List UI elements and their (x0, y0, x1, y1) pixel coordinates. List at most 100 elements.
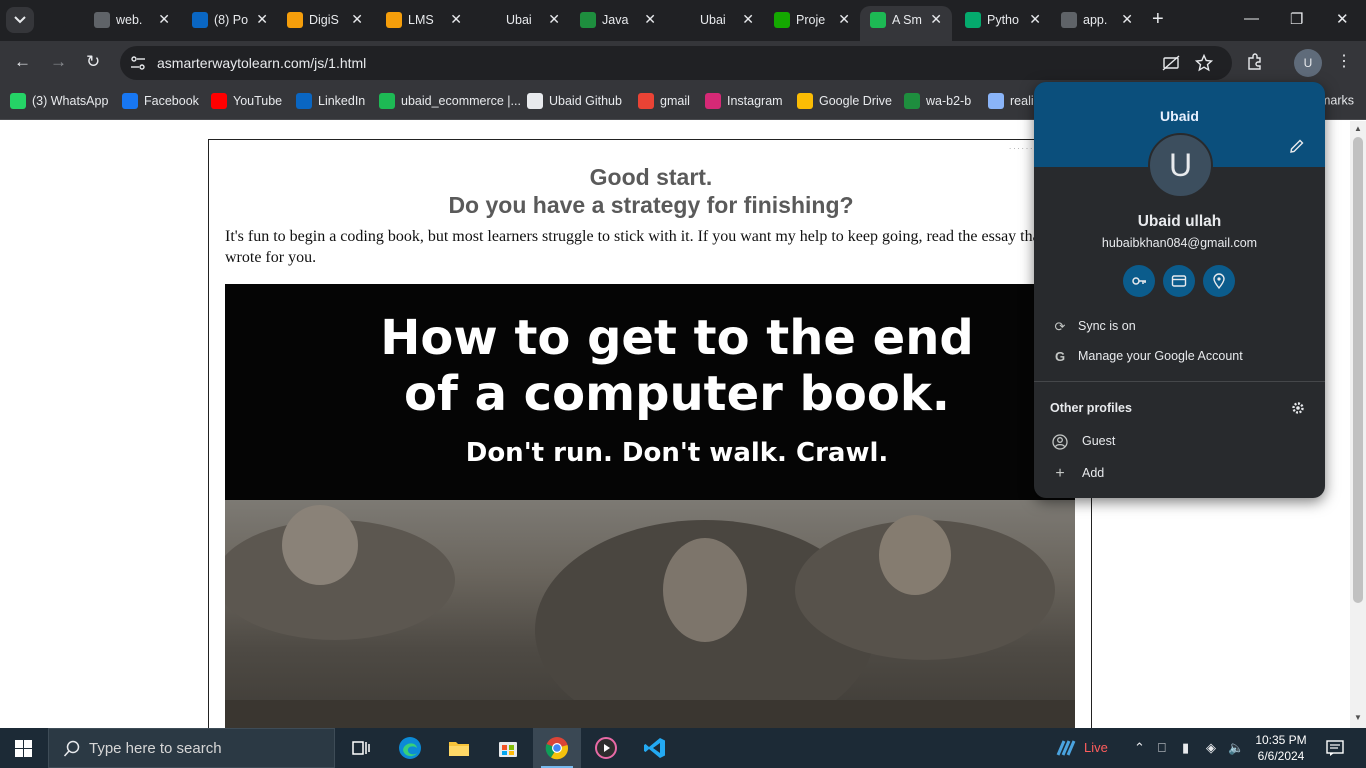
new-tab-button[interactable]: + (1152, 9, 1164, 29)
reload-button[interactable]: ↻ (86, 52, 100, 72)
battery-icon[interactable]: ▮ (1182, 740, 1189, 756)
browser-tab[interactable]: (8) Po ✕ (182, 6, 278, 35)
extensions-icon[interactable] (1246, 53, 1264, 71)
forward-button[interactable]: → (50, 52, 67, 72)
notifications-icon[interactable] (1326, 739, 1344, 757)
windows-start-icon[interactable] (15, 740, 32, 757)
bookmark-item[interactable]: (3) WhatsApp (10, 93, 108, 111)
bookmark-item[interactable]: YouTube (211, 93, 282, 111)
address-bar[interactable]: asmarterwaytolearn.com/js/1.html (120, 46, 1232, 80)
profile-email: hubaibkhan084@gmail.com (1101, 236, 1258, 250)
tab-title: web. (116, 13, 143, 27)
taskbar-edge[interactable] (386, 728, 434, 768)
page-subheading: Do you have a strategy for finishing? (448, 192, 854, 218)
bookmark-item[interactable]: gmail (638, 93, 690, 111)
bookmark-item[interactable]: Facebook (122, 93, 199, 111)
banner-tagline[interactable]: Don't run. Don't walk. Crawl. (225, 436, 1129, 470)
manage-profiles-gear-icon[interactable] (1291, 401, 1305, 415)
browser-tab[interactable]: app. ✕ (1051, 6, 1143, 35)
tab-close-icon[interactable]: ✕ (256, 11, 268, 28)
passwords-button[interactable] (1123, 265, 1155, 297)
addresses-button[interactable] (1203, 265, 1235, 297)
tab-title: Ubai (506, 13, 532, 27)
scrollbar-thumb[interactable] (1353, 137, 1363, 603)
browser-tab[interactable]: DigiS ✕ (277, 6, 373, 35)
tab-close-icon[interactable]: ✕ (1121, 11, 1133, 28)
tab-title: LMS (408, 13, 434, 27)
tab-close-icon[interactable]: ✕ (548, 11, 560, 28)
bookmark-item[interactable]: wa-b2-b (904, 93, 971, 111)
google-classroom-icon (580, 12, 596, 28)
sync-status-item[interactable]: ⟳ Sync is on (1034, 313, 1325, 341)
device-icon[interactable]: ⎕ (1158, 740, 1166, 756)
add-profile-item[interactable]: + Add (1034, 460, 1325, 488)
crawling-people-photo[interactable] (225, 500, 1075, 728)
tab-search-button[interactable] (6, 7, 34, 33)
globe-icon (1061, 12, 1077, 28)
manage-account-item[interactable]: G Manage your Google Account (1034, 343, 1325, 371)
taskbar-chrome[interactable] (533, 728, 581, 768)
bookmark-item[interactable]: marks (1320, 93, 1354, 111)
banner-title-line2[interactable]: of a computer book. (225, 366, 1129, 422)
browser-tab[interactable]: Proje ✕ (764, 6, 860, 35)
banner-title-line1[interactable]: How to get to the end (225, 310, 1129, 366)
guest-profile-item[interactable]: Guest (1034, 428, 1325, 456)
browser-tab[interactable]: Java ✕ (570, 6, 666, 35)
browser-tab[interactable]: Ubai ✕ (474, 6, 570, 35)
tab-title: Pytho (987, 13, 1019, 27)
more-menu-icon[interactable]: ⋮ (1336, 51, 1352, 71)
bookmark-label: YouTube (233, 94, 283, 108)
bookmark-item[interactable]: Google Drive (797, 93, 892, 111)
tab-close-icon[interactable]: ✕ (742, 11, 754, 28)
tab-close-icon[interactable]: ✕ (930, 11, 942, 28)
bookmark-item[interactable]: ubaid_ecommerce |... (379, 93, 521, 111)
tab-close-icon[interactable]: ✕ (838, 11, 850, 28)
essay-banner[interactable]: How to get to the end of a computer book… (225, 284, 1075, 500)
back-button[interactable]: ← (14, 52, 31, 72)
github-icon (678, 12, 694, 28)
weather-live-icon[interactable] (1055, 737, 1077, 759)
live-news-label[interactable]: Live (1084, 740, 1108, 755)
taskbar-vscode[interactable] (631, 728, 679, 768)
whatsapp-icon (10, 93, 26, 109)
url-text[interactable]: asmarterwaytolearn.com/js/1.html (157, 55, 366, 71)
bookmark-item[interactable]: reali (988, 93, 1034, 111)
browser-tab[interactable]: web. ✕ (84, 6, 180, 35)
task-view-button[interactable] (337, 728, 385, 768)
tab-close-icon[interactable]: ✕ (1029, 11, 1041, 28)
camera-off-icon[interactable] (1162, 54, 1180, 72)
close-window-button[interactable]: ✕ (1336, 10, 1349, 28)
tab-close-icon[interactable]: ✕ (644, 11, 656, 28)
bookmark-item[interactable]: Instagram (705, 93, 783, 111)
tab-close-icon[interactable]: ✕ (351, 11, 363, 28)
minimize-button[interactable]: — (1244, 10, 1259, 27)
payment-methods-button[interactable] (1163, 265, 1195, 297)
show-hidden-icons-icon[interactable]: ⌃ (1134, 740, 1145, 756)
taskbar-media-player[interactable] (582, 728, 630, 768)
bookmark-star-icon[interactable] (1195, 54, 1213, 72)
clock-time[interactable]: 10:35 PM (1248, 733, 1314, 747)
clock-date[interactable]: 6/6/2024 (1248, 749, 1314, 763)
page-scrollbar[interactable]: ▲ ▼ (1350, 121, 1366, 728)
scroll-up-arrow-icon[interactable]: ▲ (1354, 124, 1362, 133)
restore-button[interactable]: ❐ (1290, 10, 1303, 28)
edit-profile-pencil-icon[interactable] (1289, 138, 1305, 154)
scroll-down-arrow-icon[interactable]: ▼ (1354, 713, 1362, 722)
wifi-icon[interactable]: ◈ (1206, 740, 1216, 756)
windows-taskbar: Type here to search Live ⌃ ⎕ ▮ ◈ 🔈 10:35… (0, 728, 1366, 768)
tab-close-icon[interactable]: ✕ (158, 11, 170, 28)
volume-icon[interactable]: 🔈 (1228, 740, 1244, 756)
taskbar-store[interactable] (484, 728, 532, 768)
tab-close-icon[interactable]: ✕ (450, 11, 462, 28)
site-info-icon[interactable] (130, 55, 146, 71)
browser-tab[interactable] (40, 6, 80, 35)
bookmark-item[interactable]: Ubaid Github (527, 93, 622, 111)
browser-tab[interactable]: Ubai ✕ (668, 6, 764, 35)
browser-tab[interactable]: Pytho ✕ (955, 6, 1051, 35)
browser-tab[interactable]: LMS ✕ (376, 6, 472, 35)
browser-tab[interactable]: A Sm ✕ (860, 6, 952, 41)
bookmark-item[interactable]: LinkedIn (296, 93, 365, 111)
profile-avatar-button[interactable]: U (1294, 49, 1322, 77)
taskbar-search-box[interactable]: Type here to search (48, 728, 335, 768)
taskbar-file-explorer[interactable] (435, 728, 483, 768)
